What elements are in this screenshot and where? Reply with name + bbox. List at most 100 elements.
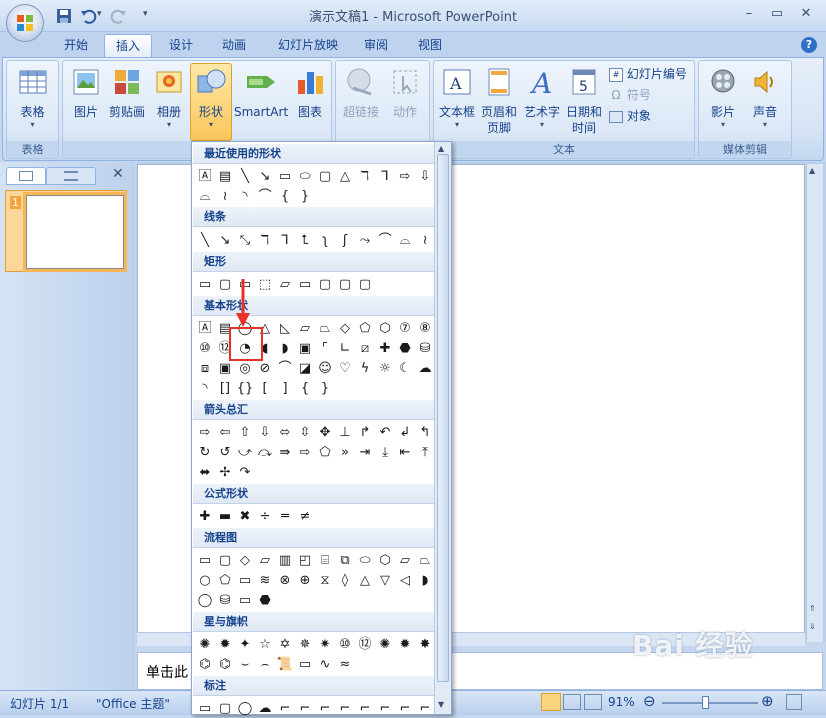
tab-home[interactable]: 开始 <box>56 34 96 58</box>
decagon-shape[interactable]: ⑩ <box>195 338 215 358</box>
bent-arrow-shape[interactable]: ↱ <box>355 422 375 442</box>
left-right-arrow-shape[interactable]: ⬄ <box>275 422 295 442</box>
tab-insert[interactable]: 插入 <box>104 34 152 58</box>
scroll-up-icon[interactable]: ▲ <box>809 166 815 175</box>
block-arc-shape[interactable]: ⌒ <box>275 358 295 378</box>
elbow-arrow-connector-shape[interactable]: ⅂ <box>275 230 295 250</box>
down-ribbon-shape[interactable]: ⌬ <box>215 654 235 674</box>
up-arrow-callout-shape[interactable]: ⤒ <box>415 442 435 462</box>
diamond-shape[interactable]: ◇ <box>335 318 355 338</box>
smiley-face-shape[interactable]: ☺ <box>315 358 335 378</box>
l-shape[interactable]: ∟ <box>335 338 355 358</box>
10-point-star-shape[interactable]: ⑩ <box>335 634 355 654</box>
elbow-double-arrow-shape[interactable]: ⮤ <box>295 230 315 250</box>
24-point-star-shape[interactable]: ✹ <box>395 634 415 654</box>
office-button[interactable] <box>6 4 44 42</box>
tab-design[interactable]: 设计 <box>161 34 201 58</box>
divide-shape[interactable]: ÷ <box>255 506 275 526</box>
down-arrow-shape[interactable]: ⇩ <box>255 422 275 442</box>
right-bracket-shape[interactable]: ] <box>275 378 295 398</box>
left-right-up-arrow-shape[interactable]: ⊥ <box>335 422 355 442</box>
line-callout-7-shape[interactable]: ⌐ <box>395 698 415 718</box>
lightning-bolt-shape[interactable]: ϟ <box>355 358 375 378</box>
flowchart-magnetic-disk-shape[interactable]: ⛁ <box>215 590 235 610</box>
flowchart-terminator-shape[interactable]: ⬭ <box>355 550 375 570</box>
trapezoid-shape[interactable]: ⏢ <box>315 318 335 338</box>
bent-up-arrow-shape[interactable]: ↰ <box>415 422 435 442</box>
flowchart-extract-shape[interactable]: △ <box>355 570 375 590</box>
left-brace-shape[interactable]: { <box>295 378 315 398</box>
slide-number-button[interactable]: # 幻灯片编号 <box>609 63 693 85</box>
up-ribbon-shape[interactable]: ⌬ <box>195 654 215 674</box>
quad-arrow-shape[interactable]: ✥ <box>315 422 335 442</box>
normal-view-icon[interactable] <box>541 693 561 711</box>
minimize-button[interactable]: – <box>736 4 762 24</box>
line-shape[interactable]: ╲ <box>235 166 255 186</box>
moon-shape[interactable]: ☾ <box>395 358 415 378</box>
scroll-prev-slide-icon[interactable]: ⇑ <box>809 604 816 613</box>
not-equal-shape[interactable]: ≠ <box>295 506 315 526</box>
left-arrow-shape[interactable]: ⇦ <box>215 422 235 442</box>
folded-corner-shape[interactable]: ◪ <box>295 358 315 378</box>
round-single-corner-shape[interactable]: ▢ <box>315 274 335 294</box>
cube-shape[interactable]: ⧈ <box>195 358 215 378</box>
flowchart-data-shape[interactable]: ▱ <box>255 550 275 570</box>
right-arrow-shape[interactable]: ⇨ <box>395 166 415 186</box>
16-point-star-shape[interactable]: ✺ <box>375 634 395 654</box>
tab-animations[interactable]: 动画 <box>214 34 254 58</box>
smartart-button[interactable]: SmartArt <box>234 66 288 120</box>
help-icon[interactable]: ? <box>801 37 817 53</box>
line-callout-6-shape[interactable]: ⌐ <box>375 698 395 718</box>
oval-callout-shape[interactable]: ◯ <box>235 698 255 718</box>
restore-button[interactable]: ▭ <box>764 4 790 24</box>
photo-album-button[interactable]: 相册 ▾ <box>150 66 188 130</box>
octagon-shape[interactable]: ⑧ <box>415 318 435 338</box>
frame-shape[interactable]: ▣ <box>295 338 315 358</box>
hexagon-shape[interactable]: ⬡ <box>375 318 395 338</box>
7-point-star-shape[interactable]: ✵ <box>295 634 315 654</box>
flowchart-predefined-process-shape[interactable]: ▥ <box>275 550 295 570</box>
6-point-star-shape[interactable]: ✡ <box>275 634 295 654</box>
plus-shape[interactable]: ✚ <box>195 506 215 526</box>
sound-button[interactable]: 声音 ▾ <box>745 66 785 130</box>
flowchart-collate-shape[interactable]: ⧖ <box>315 570 335 590</box>
line-callout-5-shape[interactable]: ⌐ <box>355 698 375 718</box>
heart-shape[interactable]: ♡ <box>335 358 355 378</box>
header-footer-button[interactable]: 页眉和 页脚 <box>478 66 520 136</box>
donut-shape[interactable]: ◎ <box>235 358 255 378</box>
line-callout-2-shape[interactable]: ⌐ <box>295 698 315 718</box>
vertical-scroll-shape[interactable]: 📜 <box>275 654 295 674</box>
flowchart-delay-shape[interactable]: ◗ <box>415 570 435 590</box>
action-button[interactable]: 动作 <box>386 66 424 120</box>
tab-outline[interactable] <box>46 167 96 185</box>
textbox-shape[interactable]: 🄰 <box>195 318 215 338</box>
flowchart-summing-junction-shape[interactable]: ⊗ <box>275 570 295 590</box>
flowchart-manual-input-shape[interactable]: ⏥ <box>395 550 415 570</box>
explosion-2-shape[interactable]: ✹ <box>215 634 235 654</box>
curved-up-ribbon-shape[interactable]: ⌣ <box>235 654 255 674</box>
flowchart-stored-data-shape[interactable]: ◁ <box>395 570 415 590</box>
vertical-scrollbar[interactable]: ▲ ⇑ ⇓ <box>806 164 823 642</box>
curved-arrow-connector-shape[interactable]: ʃ <box>335 230 355 250</box>
curve-shape[interactable]: ⌒ <box>255 186 275 206</box>
line-callout-1-shape[interactable]: ⌐ <box>275 698 295 718</box>
equal-shape[interactable]: ═ <box>275 506 295 526</box>
arrow-line-shape[interactable]: ↘ <box>255 166 275 186</box>
half-frame-shape[interactable]: ⌜ <box>315 338 335 358</box>
down-arrow-shape[interactable]: ⇩ <box>415 166 435 186</box>
right-brace-shape[interactable]: } <box>315 378 335 398</box>
double-brace-shape[interactable]: {} <box>235 378 255 398</box>
double-bracket-shape[interactable]: [] <box>215 378 235 398</box>
flowchart-document-shape[interactable]: ⌸ <box>315 550 335 570</box>
fit-to-window-icon[interactable] <box>786 694 802 710</box>
4-point-star-shape[interactable]: ✦ <box>235 634 255 654</box>
flowchart-display-shape[interactable]: ⬣ <box>255 590 275 610</box>
curve-shape[interactable]: ⌒ <box>375 230 395 250</box>
right-arrow-shape[interactable]: ⇨ <box>195 422 215 442</box>
tab-slideshow[interactable]: 幻灯片放映 <box>268 34 348 58</box>
no-symbol-shape[interactable]: ⊘ <box>255 358 275 378</box>
flowchart-direct-access-shape[interactable]: ▭ <box>235 590 255 610</box>
line-callout-4-shape[interactable]: ⌐ <box>335 698 355 718</box>
notched-right-arrow-shape[interactable]: ⇨ <box>295 442 315 462</box>
left-right-arrow-callout-shape[interactable]: ⬌ <box>195 462 215 482</box>
